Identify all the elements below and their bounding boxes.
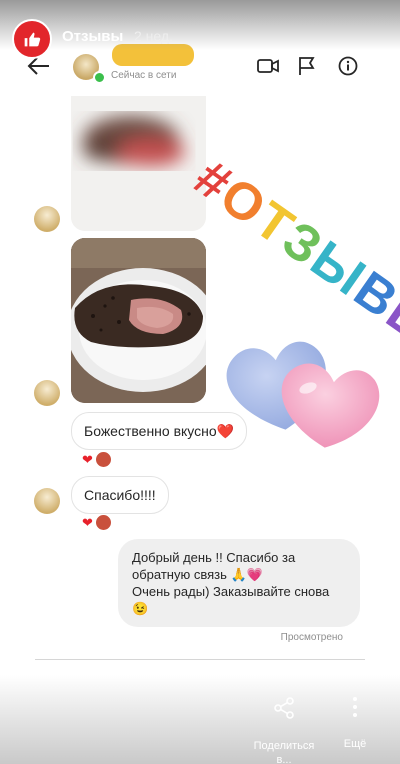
steak-photo-message[interactable] [71,238,206,403]
sender-avatar[interactable] [34,488,60,514]
more-vertical-icon [353,697,357,717]
emoji-reaction [95,452,111,467]
steak-photo [71,238,206,403]
message-reactions[interactable]: ❤ [82,452,111,468]
info-icon[interactable] [338,56,358,76]
heart-reaction: ❤ [82,515,93,530]
more-button[interactable]: Ещё [335,696,375,751]
outgoing-message[interactable]: Добрый день !! Спасибо за обратную связь… [118,539,360,627]
flag-icon[interactable] [298,56,316,76]
share-button[interactable]: Поделиться в... [248,696,320,764]
share-label: Поделиться в... [253,740,315,764]
online-status: Сейчас в сети [111,70,177,81]
reply-line: Очень рады) Заказывайте снова [132,584,330,599]
emoji-reaction [95,515,111,530]
share-icon [274,697,294,719]
sender-avatar[interactable] [34,206,60,232]
sender-avatar[interactable] [34,380,60,406]
thumbs-up-icon [24,32,41,47]
reply-line: 😉 [132,601,149,616]
story-avatar[interactable] [12,19,52,59]
incoming-message[interactable]: Спасибо!!!! [71,476,169,514]
blurred-photo [71,84,206,231]
reply-line: обратную связь 🙏💗 [132,567,263,582]
reply-line: Добрый день !! Спасибо за [132,550,296,565]
video-call-icon[interactable] [257,56,279,76]
more-label: Ещё [343,738,367,750]
story-title[interactable]: Отзывы [62,28,123,45]
message-reactions[interactable]: ❤ [82,515,111,531]
story-frame: Отзывы 2 нед. Сейчас в сети #ОТЗЫВЫ Боже… [0,0,400,764]
divider [35,659,365,660]
story-top-overlay [0,0,400,50]
online-indicator [93,71,106,84]
blurred-photo-message[interactable] [71,84,206,231]
seen-status: Просмотрено [280,632,343,643]
story-time: 2 нед. [134,28,173,44]
heart-reaction: ❤ [82,452,93,467]
hearts-sticker [226,341,380,448]
back-arrow-icon[interactable] [27,56,51,76]
